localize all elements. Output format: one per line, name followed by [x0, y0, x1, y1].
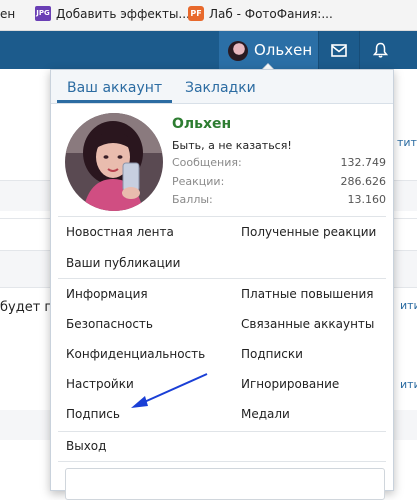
stat-reactions-value: 286.626: [340, 175, 387, 188]
bookmark-item[interactable]: ен: [0, 0, 15, 30]
menu-item-signature[interactable]: Подпись: [66, 407, 120, 421]
stat-points-value: 13.160: [347, 193, 387, 206]
page-link-fragment[interactable]: ити: [400, 378, 417, 391]
menu-item-account-details[interactable]: Информация: [66, 287, 148, 301]
menu-item-reactions-received[interactable]: Полученные реакции: [241, 225, 376, 239]
alerts-button[interactable]: [360, 31, 400, 69]
photofania-favicon-icon: PF: [188, 6, 204, 21]
tab-your-account[interactable]: Ваш аккаунт: [57, 70, 173, 103]
profile-avatar[interactable]: [65, 113, 163, 211]
avatar: [228, 41, 248, 61]
bookmarks-bar: ен JPG Добавить эффекты... PF Лаб - ФотоФа…: [0, 0, 417, 31]
menu-item-medals[interactable]: Медали: [241, 407, 290, 421]
menu-divider: [58, 278, 386, 279]
menu-item-logout[interactable]: Выход: [66, 439, 106, 453]
profile-photo: [65, 113, 163, 211]
menu-item-news-feed[interactable]: Новостная лента: [66, 225, 174, 239]
menu-item-your-content[interactable]: Ваши публикации: [66, 256, 180, 270]
profile-status[interactable]: Быть, а не казаться!: [172, 139, 292, 152]
page-link-fragment[interactable]: ити: [400, 299, 417, 312]
stat-reactions-label: Реакции:: [172, 175, 225, 188]
bookmark-label: Добавить эффекты...: [56, 7, 190, 21]
stat-messages-value: 132.749: [340, 156, 387, 169]
bookmark-label: ен: [0, 7, 16, 21]
status-update-input[interactable]: [65, 468, 385, 500]
jpg-favicon-icon: JPG: [35, 6, 51, 21]
menu-tabs: Ваш аккаунт Закладки: [51, 70, 393, 104]
page-link-fragment[interactable]: тити: [397, 136, 417, 149]
menu-divider: [58, 461, 386, 462]
menu-item-preferences[interactable]: Настройки: [66, 377, 134, 391]
account-dropdown-menu: Ваш аккаунт Закладки Ольхен Быть, а не к…: [50, 69, 394, 500]
profile-username[interactable]: Ольхен: [172, 116, 231, 132]
tab-bookmarks[interactable]: Закладки: [175, 70, 266, 103]
bookmark-item[interactable]: PF Лаб - ФотоФания:...: [188, 0, 333, 30]
menu-item-security[interactable]: Безопасность: [66, 317, 153, 331]
stat-messages-label: Сообщения:: [172, 156, 242, 169]
menu-item-paid-upgrades[interactable]: Платные повышения: [241, 287, 374, 301]
menu-divider: [58, 431, 386, 432]
bookmark-label: Лаб - ФотоФания:...: [209, 7, 333, 21]
bookmark-item[interactable]: JPG Добавить эффекты...: [35, 0, 190, 30]
bell-icon: [372, 42, 388, 58]
menu-item-following[interactable]: Подписки: [241, 347, 303, 361]
inbox-icon: [331, 43, 347, 57]
menu-divider: [58, 216, 386, 217]
menu-item-ignoring[interactable]: Игнорирование: [241, 377, 339, 391]
menu-item-privacy[interactable]: Конфиденциальность: [66, 347, 205, 361]
stat-points-label: Баллы:: [172, 193, 213, 206]
menu-item-connected-accounts[interactable]: Связанные аккаунты: [241, 317, 374, 331]
inbox-button[interactable]: [319, 31, 359, 69]
page-text-fragment: будет п: [0, 300, 53, 315]
